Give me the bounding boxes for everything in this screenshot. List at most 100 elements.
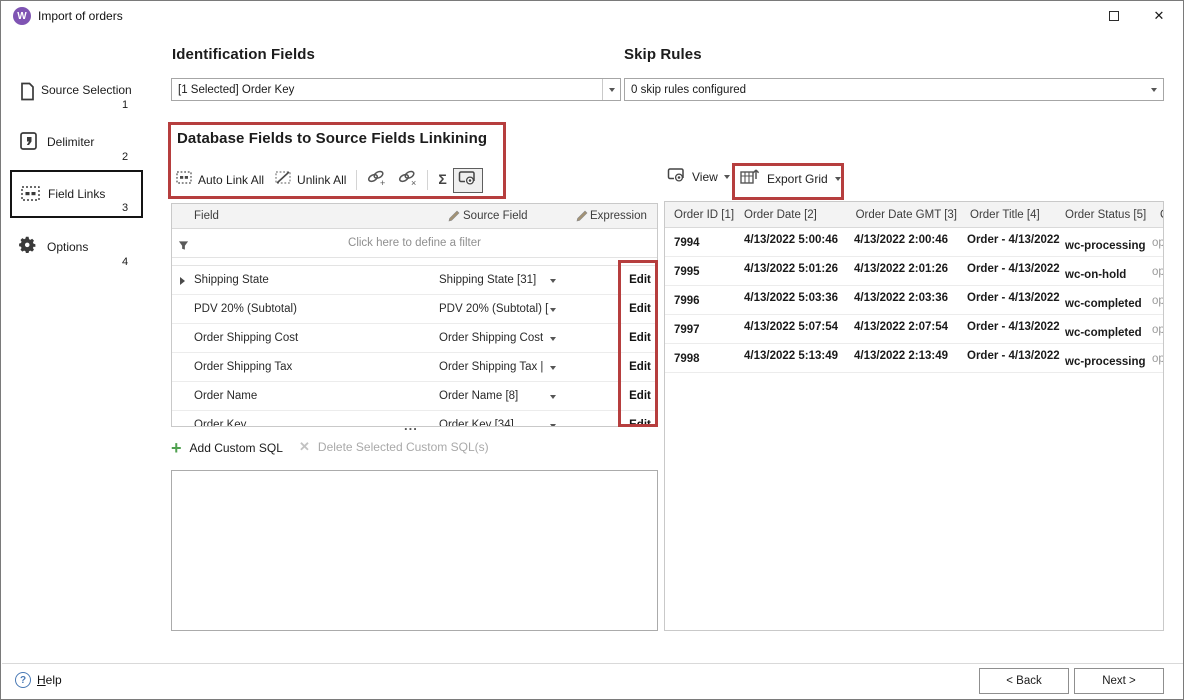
column-header-order-status[interactable]: Order Status [5] <box>1065 209 1146 221</box>
filter-row[interactable]: Click here to define a filter <box>172 229 657 258</box>
order-title-cell: Order - 4/13/2022 <box>967 234 1060 246</box>
column-header-order-date-gmt[interactable]: Order Date GMT [3] <box>855 209 957 221</box>
orders-preview-grid: Order ID [1] Order Date [2] Order Date G… <box>664 201 1164 631</box>
sidebar-step-number: 4 <box>118 256 132 268</box>
source-dropdown-icon[interactable] <box>550 366 556 370</box>
pencil-icon <box>448 210 460 225</box>
add-link-button[interactable]: + <box>361 169 392 192</box>
column-header-order-title[interactable]: Order Title [4] <box>970 209 1040 221</box>
maximize-button[interactable] <box>1093 1 1135 31</box>
field-link-row[interactable]: PDV 20% (Subtotal) PDV 20% (Subtotal) [ … <box>172 295 657 324</box>
plus-icon: + <box>171 439 182 457</box>
unlink-icon <box>275 171 291 189</box>
order-title-cell: Order - 4/13/2022 <box>967 350 1060 362</box>
close-button[interactable]: ✕ <box>1137 1 1181 31</box>
order-row[interactable]: 7997 4/13/2022 5:07:54 4/13/2022 2:07:54… <box>665 315 1163 344</box>
column-header-source-field[interactable]: Source Field <box>463 210 528 222</box>
auto-link-all-button[interactable]: Auto Link All <box>171 171 269 189</box>
order-row[interactable]: 7995 4/13/2022 5:01:26 4/13/2022 2:01:26… <box>665 257 1163 286</box>
order-date-cell: 4/13/2022 5:13:49 <box>744 350 838 362</box>
order-date-cell: 4/13/2022 5:07:54 <box>744 321 838 333</box>
window-title: Import of orders <box>38 9 123 23</box>
field-link-row[interactable]: Order Shipping Tax Order Shipping Tax | … <box>172 353 657 382</box>
import-orders-window: W Import of orders ✕ Source Selection 1 … <box>0 0 1184 700</box>
source-field-cell[interactable]: Order Shipping Tax | <box>439 361 543 373</box>
field-link-row[interactable]: Shipping State Shipping State [31] Edit <box>172 266 657 295</box>
order-extra-cell: op <box>1152 237 1164 249</box>
chevron-down-icon <box>724 175 730 179</box>
skip-rules-heading: Skip Rules <box>624 46 702 63</box>
order-status-cell: wc-processing <box>1065 356 1146 368</box>
order-status-cell: wc-completed <box>1065 327 1142 339</box>
column-header-field[interactable]: Field <box>194 210 219 222</box>
order-extra-cell: op <box>1152 353 1164 365</box>
column-header-partial[interactable]: O <box>1160 209 1164 221</box>
column-header-expression[interactable]: Expression <box>590 210 647 222</box>
order-row[interactable]: 7994 4/13/2022 5:00:46 4/13/2022 2:00:46… <box>665 228 1163 257</box>
document-icon <box>20 82 35 106</box>
column-header-order-date[interactable]: Order Date [2] <box>744 209 817 221</box>
export-grid-icon <box>740 167 760 190</box>
sidebar-item-source-selection[interactable]: Source Selection 1 <box>10 75 143 119</box>
order-row[interactable]: 7996 4/13/2022 5:03:36 4/13/2022 2:03:36… <box>665 286 1163 315</box>
back-button[interactable]: < Back <box>979 668 1069 694</box>
edit-button[interactable]: Edit <box>622 419 658 427</box>
delimiter-comma-icon <box>20 132 37 156</box>
help-link[interactable]: ? Help <box>15 672 62 688</box>
field-links-grid: Field Source Field Expression Click here… <box>171 203 658 427</box>
sidebar-item-options[interactable]: Options 4 <box>10 226 143 270</box>
source-field-cell[interactable]: Order Name [8] <box>439 390 518 402</box>
column-header-order-id[interactable]: Order ID [1] <box>674 209 734 221</box>
custom-sql-toolbar: + Add Custom SQL ✕ Delete Selected Custo… <box>171 439 658 463</box>
field-cell: Order Shipping Tax <box>194 361 292 373</box>
grid-resize-handle[interactable]: ... <box>404 418 418 433</box>
add-custom-sql-button[interactable]: + Add Custom SQL <box>171 439 283 457</box>
order-extra-cell: op <box>1152 324 1164 336</box>
source-dropdown-icon[interactable] <box>550 308 556 312</box>
field-link-row[interactable]: Order Shipping Cost Order Shipping Cost … <box>172 324 657 353</box>
sidebar-step-number: 3 <box>118 202 132 214</box>
sidebar-item-label: Field Links <box>48 187 105 201</box>
view-eye-icon <box>667 167 686 187</box>
unlink-all-button[interactable]: Unlink All <box>269 171 352 189</box>
app-logo-icon: W <box>13 7 31 25</box>
custom-sql-textarea[interactable] <box>171 470 658 631</box>
identification-fields-dropdown[interactable]: [1 Selected] Order Key <box>171 78 621 101</box>
preview-eye-icon <box>458 170 477 190</box>
sidebar-item-field-links[interactable]: Field Links 3 <box>10 170 143 218</box>
source-dropdown-icon[interactable] <box>550 337 556 341</box>
footer-separator <box>2 663 1184 664</box>
help-label-underlined: H <box>37 673 46 687</box>
remove-link-button[interactable]: × <box>392 169 423 192</box>
order-id-cell: 7995 <box>674 266 700 278</box>
delete-custom-sql-button[interactable]: ✕ Delete Selected Custom SQL(s) <box>299 439 489 455</box>
source-dropdown-icon[interactable] <box>550 279 556 283</box>
edit-button[interactable]: Edit <box>622 361 658 373</box>
preview-toggle-button[interactable] <box>453 168 483 193</box>
order-row[interactable]: 7998 4/13/2022 5:13:49 4/13/2022 2:13:49… <box>665 344 1163 373</box>
next-button-label: Next > <box>1102 675 1136 687</box>
order-title-cell: Order - 4/13/2022 <box>967 263 1060 275</box>
source-field-cell[interactable]: Order Shipping Cost <box>439 332 543 344</box>
order-date-cell: 4/13/2022 5:03:36 <box>744 292 838 304</box>
sigma-icon: Σ <box>438 171 446 187</box>
sidebar-item-delimiter[interactable]: Delimiter 2 <box>10 126 143 170</box>
field-link-row[interactable]: Order Name Order Name [8] Edit <box>172 382 657 411</box>
link-plus-icon: + <box>366 174 387 191</box>
edit-button[interactable]: Edit <box>622 303 658 315</box>
source-dropdown-icon[interactable] <box>550 424 556 427</box>
skip-rules-dropdown[interactable]: 0 skip rules configured <box>624 78 1164 101</box>
next-button[interactable]: Next > <box>1074 668 1164 694</box>
order-extra-cell: op <box>1152 266 1164 278</box>
view-menu-button[interactable]: View <box>667 167 730 187</box>
source-field-cell[interactable]: PDV 20% (Subtotal) [ <box>439 303 548 315</box>
edit-button[interactable]: Edit <box>622 390 658 402</box>
source-field-cell[interactable]: Order Key [34] <box>439 419 514 427</box>
expression-sigma-button[interactable]: Σ <box>432 171 452 189</box>
sidebar-step-number: 2 <box>118 151 132 163</box>
source-field-cell[interactable]: Shipping State [31] <box>439 274 536 286</box>
source-dropdown-icon[interactable] <box>550 395 556 399</box>
edit-button[interactable]: Edit <box>622 332 658 344</box>
edit-button[interactable]: Edit <box>622 274 658 286</box>
export-grid-button[interactable]: Export Grid <box>740 167 841 190</box>
